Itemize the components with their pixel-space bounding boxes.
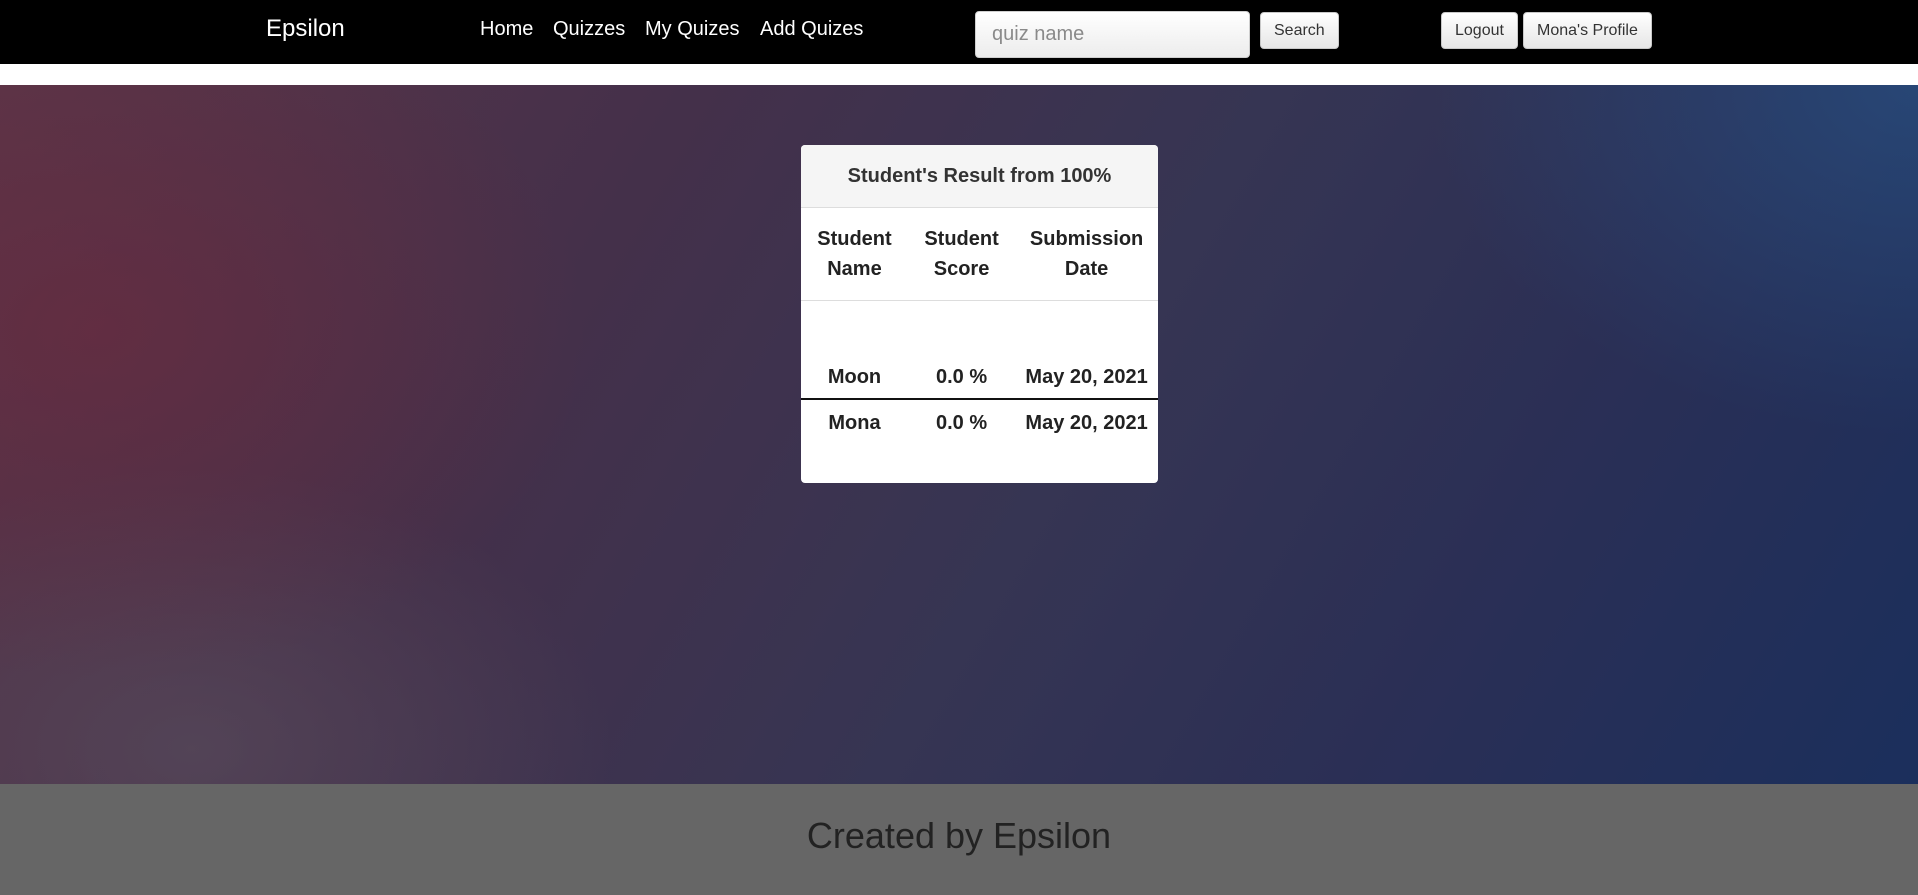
nav-add-quizes-link[interactable]: Add Quizes: [760, 18, 863, 41]
nav-my-quizes-link[interactable]: My Quizes: [645, 18, 739, 41]
footer-text: Created by Epsilon: [806, 815, 1112, 856]
nav-quizzes-link[interactable]: Quizzes: [553, 18, 625, 41]
column-header-student-score: Student Score: [907, 208, 1016, 301]
brand-link[interactable]: Epsilon: [266, 15, 345, 43]
student-score-cell: 0.0 %: [935, 411, 988, 434]
table-row: Moon 0.0 % May 20, 2021: [801, 300, 1158, 400]
student-score-cell: 0.0 %: [907, 300, 1016, 400]
student-name-cell: Moon: [801, 300, 908, 400]
student-name-cell: Mona: [828, 411, 881, 434]
profile-button[interactable]: Mona's Profile: [1523, 12, 1652, 49]
results-table: Student Name Student Score Submission Da…: [801, 208, 1158, 483]
column-header-submission-date: Submission Date: [1015, 208, 1158, 301]
results-card: Student's Result from 100% Student Name …: [801, 145, 1158, 483]
nav-home-link[interactable]: Home: [480, 18, 533, 41]
results-title: Student's Result from 100%: [801, 145, 1158, 208]
submission-date-cell: May 20, 2021: [1015, 300, 1158, 400]
top-navbar: Epsilon Home Quizzes My Quizes Add Quize…: [0, 0, 1918, 64]
footer: Created by Epsilon: [0, 784, 1918, 895]
column-header-student-name: Student Name: [801, 208, 908, 301]
table-row: Mona 0.0 % May 20, 2021: [801, 399, 1158, 484]
header-spacer: [0, 64, 1918, 85]
search-button[interactable]: Search: [1260, 12, 1339, 49]
table-header-row: Student Name Student Score Submission Da…: [801, 208, 1158, 301]
submission-date-cell: May 20, 2021: [1025, 411, 1148, 434]
logout-button[interactable]: Logout: [1441, 12, 1518, 49]
search-input[interactable]: [975, 11, 1250, 58]
